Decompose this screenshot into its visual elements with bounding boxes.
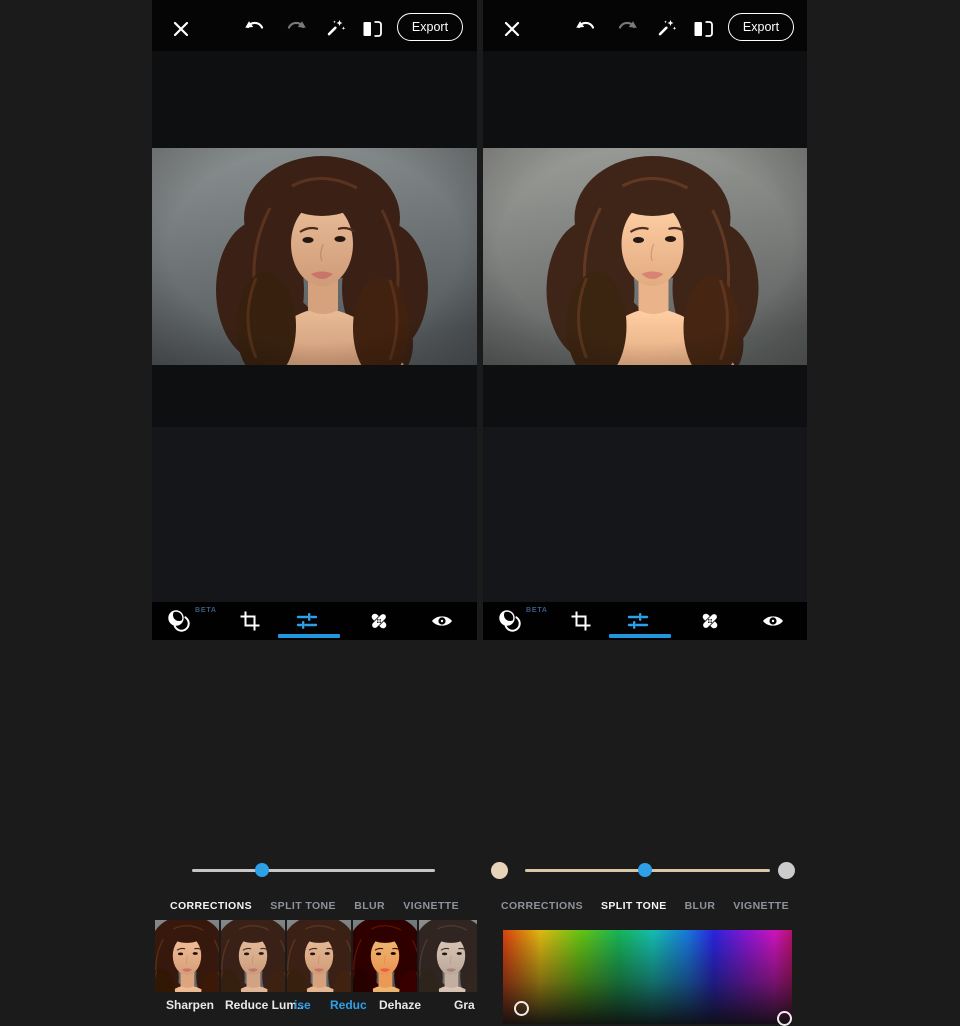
filter-labels: Sharpen Reduce Lum.. ise Reduc Dehaze Gr… <box>152 998 477 1013</box>
tab-blur[interactable]: BLUR <box>354 896 385 916</box>
filter-thumb-sharpen[interactable] <box>155 920 219 992</box>
looks-icon[interactable] <box>167 609 191 633</box>
filter-label[interactable]: Reduce Lum.. <box>225 998 304 1012</box>
beta-badge: BETA <box>195 607 217 614</box>
looks-icon[interactable] <box>498 609 522 633</box>
tab-vignette[interactable]: VIGNETTE <box>733 896 789 916</box>
shadows-color-swatch[interactable] <box>778 862 795 879</box>
filter-thumb-reduce-noise[interactable] <box>287 920 351 992</box>
intensity-slider[interactable] <box>192 869 435 872</box>
export-button[interactable]: Export <box>728 13 794 41</box>
filter-thumb-dehaze[interactable] <box>353 920 417 992</box>
adjustment-panel: CORRECTIONS SPLIT TONE BLUR VIGNETTE <box>483 427 807 602</box>
filter-label[interactable]: Gra <box>454 998 475 1012</box>
adjustment-panel: CORRECTIONS SPLIT TONE BLUR VIGNETTE Sha… <box>152 427 477 602</box>
bottom-toolbar: BETA <box>152 602 477 640</box>
adjustments-icon[interactable] <box>295 609 319 633</box>
color-selector-ring-2[interactable] <box>777 1011 792 1026</box>
healing-icon[interactable] <box>367 609 391 633</box>
red-eye-icon[interactable] <box>761 609 785 633</box>
adjustments-icon[interactable] <box>626 609 650 633</box>
top-toolbar: Export <box>483 0 807 51</box>
before-after-icon[interactable] <box>360 17 384 41</box>
tab-blur[interactable]: BLUR <box>685 896 716 916</box>
editor-screen-corrections: Export CORRECTIONS SPLIT TONE BLUR VIGNE… <box>152 0 477 640</box>
export-button[interactable]: Export <box>397 13 463 41</box>
slider-thumb[interactable] <box>638 863 652 877</box>
crop-icon[interactable] <box>569 609 593 633</box>
crop-icon[interactable] <box>238 609 262 633</box>
red-eye-icon[interactable] <box>430 609 454 633</box>
redo-icon[interactable] <box>615 17 639 41</box>
filter-label-selected-fragment[interactable]: ise <box>294 998 311 1012</box>
section-tabs: CORRECTIONS SPLIT TONE BLUR VIGNETTE <box>483 896 807 916</box>
bottom-toolbar: BETA <box>483 602 807 640</box>
slider-thumb[interactable] <box>255 863 269 877</box>
undo-icon[interactable] <box>574 17 598 41</box>
photo-canvas[interactable] <box>483 148 807 365</box>
tab-split-tone[interactable]: SPLIT TONE <box>601 896 667 916</box>
highlights-color-swatch[interactable] <box>491 862 508 879</box>
before-after-icon[interactable] <box>691 17 715 41</box>
filter-thumb-reduce-luminance[interactable] <box>221 920 285 992</box>
top-toolbar: Export <box>152 0 477 51</box>
section-tabs: CORRECTIONS SPLIT TONE BLUR VIGNETTE <box>152 896 477 916</box>
beta-badge: BETA <box>526 607 548 614</box>
auto-enhance-icon[interactable] <box>654 17 678 41</box>
filter-thumbnail-strip <box>152 920 477 992</box>
filter-label-selected-fragment[interactable]: Reduc <box>330 998 367 1012</box>
undo-icon[interactable] <box>243 17 267 41</box>
active-tool-indicator <box>609 634 671 638</box>
filter-label[interactable]: Dehaze <box>379 998 421 1012</box>
active-tool-indicator <box>278 634 340 638</box>
hue-saturation-picker[interactable] <box>503 930 792 1024</box>
auto-enhance-icon[interactable] <box>323 17 347 41</box>
tab-corrections[interactable]: CORRECTIONS <box>501 896 583 916</box>
redo-icon[interactable] <box>284 17 308 41</box>
healing-icon[interactable] <box>698 609 722 633</box>
filter-thumb-grain[interactable] <box>419 920 477 992</box>
color-selector-ring-1[interactable] <box>514 1001 529 1016</box>
filter-label[interactable]: Sharpen <box>166 998 214 1012</box>
close-icon[interactable] <box>500 17 524 41</box>
editor-screen-split-tone: Export CORRECTIONS SPLIT TONE BLUR VIGNE… <box>483 0 807 640</box>
tab-vignette[interactable]: VIGNETTE <box>403 896 459 916</box>
balance-slider[interactable] <box>525 869 770 872</box>
tab-corrections[interactable]: CORRECTIONS <box>170 896 252 916</box>
tab-split-tone[interactable]: SPLIT TONE <box>270 896 336 916</box>
photo-canvas[interactable] <box>152 148 477 365</box>
close-icon[interactable] <box>169 17 193 41</box>
